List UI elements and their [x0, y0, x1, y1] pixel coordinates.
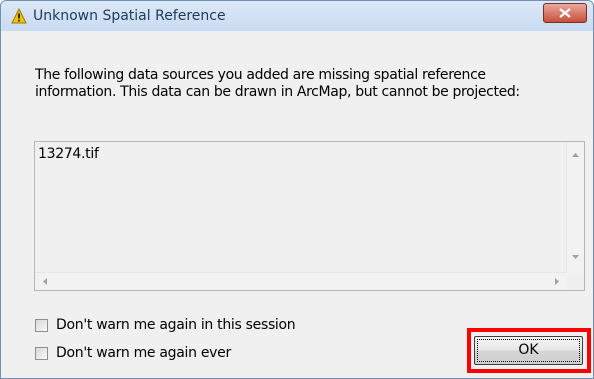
title-bar[interactable]: Unknown Spatial Reference: [1, 1, 593, 31]
scroll-left-arrow-icon[interactable]: [43, 278, 47, 285]
list-item[interactable]: 13274.tif: [38, 146, 99, 162]
horizontal-scrollbar[interactable]: [35, 272, 567, 290]
close-button[interactable]: [543, 3, 587, 23]
dialog-window: Unknown Spatial Reference The following …: [0, 0, 594, 379]
ever-checkbox[interactable]: [35, 346, 48, 360]
session-checkbox[interactable]: [35, 318, 48, 332]
message-text: The following data sources you added are…: [35, 67, 520, 100]
scrollbar-corner: [567, 273, 584, 290]
ok-button[interactable]: OK: [474, 336, 583, 365]
vertical-scrollbar[interactable]: [566, 142, 584, 274]
scroll-up-arrow-icon[interactable]: [572, 153, 579, 157]
dialog-title: Unknown Spatial Reference: [33, 8, 226, 24]
scroll-right-arrow-icon[interactable]: [555, 278, 559, 285]
checkbox-row-session[interactable]: Don't warn me again in this session: [35, 316, 296, 334]
data-sources-list[interactable]: 13274.tif: [34, 141, 585, 291]
warning-icon: [11, 7, 27, 24]
close-icon: [559, 8, 571, 18]
checkbox-row-ever[interactable]: Don't warn me again ever: [35, 344, 231, 362]
ever-checkbox-label[interactable]: Don't warn me again ever: [56, 345, 231, 361]
scroll-down-arrow-icon[interactable]: [572, 255, 579, 259]
session-checkbox-label[interactable]: Don't warn me again in this session: [56, 317, 296, 333]
